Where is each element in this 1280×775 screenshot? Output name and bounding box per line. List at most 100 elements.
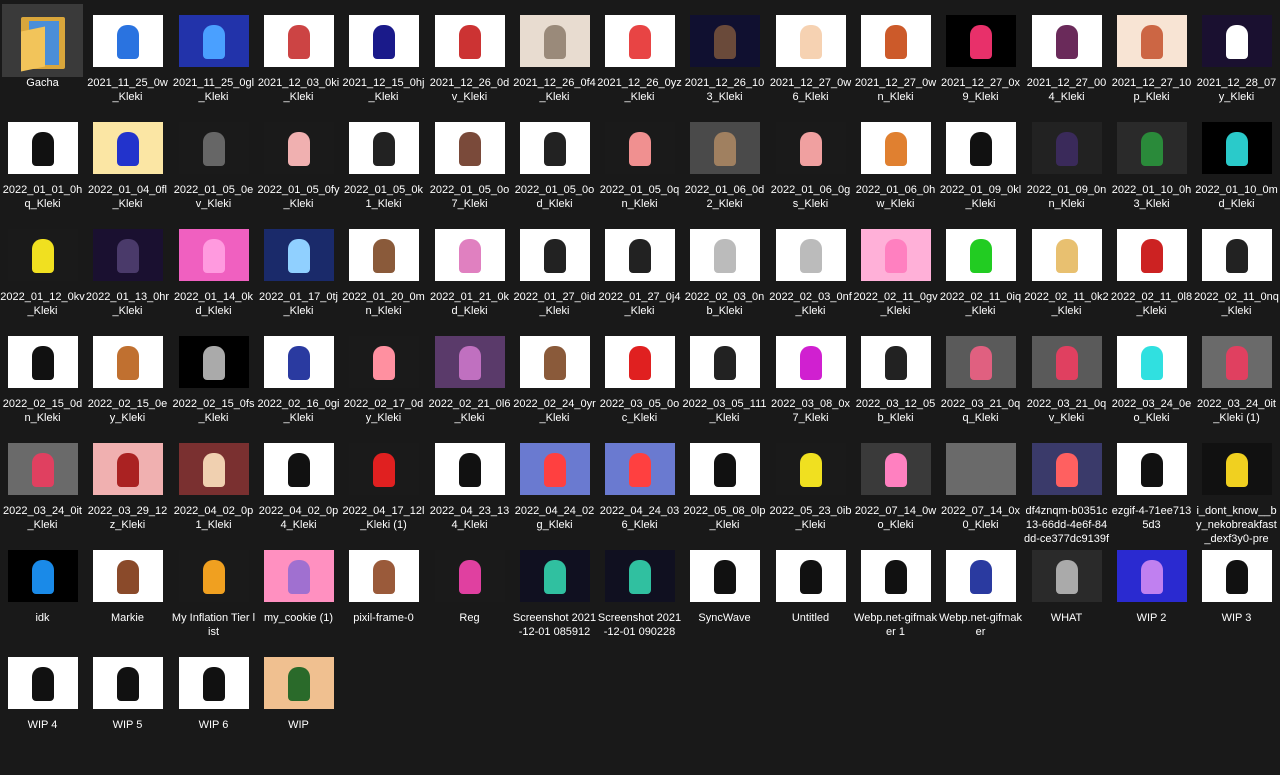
file-item[interactable]: WIP 4 bbox=[0, 642, 85, 747]
file-item[interactable]: 2022_01_05_0k1_Kleki bbox=[341, 107, 426, 212]
file-item[interactable]: 2021_12_27_0w6_Kleki bbox=[768, 0, 853, 105]
file-item[interactable]: df4znqm-b0351c13-66dd-4e6f-84dd-ce377dc9… bbox=[1024, 428, 1109, 545]
file-item[interactable]: 2022_01_27_0j4_Kleki bbox=[597, 214, 682, 319]
file-item[interactable]: 2022_05_08_0lp_Kleki bbox=[682, 428, 767, 533]
file-item[interactable]: pixil-frame-0 bbox=[341, 535, 426, 640]
file-item[interactable]: 2022_03_21_0qq_Kleki bbox=[938, 321, 1023, 426]
file-item[interactable]: 2022_04_24_036_Kleki bbox=[597, 428, 682, 533]
file-item[interactable]: 2021_12_26_0f4_Kleki bbox=[512, 0, 597, 105]
file-item[interactable]: 2022_01_04_0fl_Kleki bbox=[85, 107, 170, 212]
file-item[interactable]: 2022_01_12_0kv_Kleki bbox=[0, 214, 85, 319]
file-item[interactable]: Screenshot 2021-12-01 090228 bbox=[597, 535, 682, 640]
file-item[interactable]: Untitled bbox=[768, 535, 853, 640]
file-item[interactable]: 2022_01_05_0fy_Kleki bbox=[256, 107, 341, 212]
file-item[interactable]: 2022_01_05_0od_Kleki bbox=[512, 107, 597, 212]
file-item[interactable]: 2021_12_27_004_Kleki bbox=[1024, 0, 1109, 105]
file-item[interactable]: idk bbox=[0, 535, 85, 640]
file-item[interactable]: 2022_02_17_0dy_Kleki bbox=[341, 321, 426, 426]
file-item[interactable]: 2022_02_11_0k2_Kleki bbox=[1024, 214, 1109, 319]
file-item[interactable]: 2022_02_03_0nf_Kleki bbox=[768, 214, 853, 319]
thumbnail-frame bbox=[1026, 432, 1107, 505]
file-item[interactable]: 2021_11_25_0gl_Kleki bbox=[171, 0, 256, 105]
file-item[interactable]: 2022_02_03_0nb_Kleki bbox=[682, 214, 767, 319]
file-item[interactable]: 2022_03_21_0qv_Kleki bbox=[1024, 321, 1109, 426]
file-item[interactable]: 2022_03_05_111_Kleki bbox=[682, 321, 767, 426]
file-item[interactable]: WHAT bbox=[1024, 535, 1109, 640]
file-item[interactable]: 2022_02_11_0l8_Kleki bbox=[1109, 214, 1194, 319]
file-item[interactable]: 2022_01_20_0mn_Kleki bbox=[341, 214, 426, 319]
file-item[interactable]: 2022_01_10_0h3_Kleki bbox=[1109, 107, 1194, 212]
file-item[interactable]: 2022_04_24_02g_Kleki bbox=[512, 428, 597, 533]
file-item[interactable]: 2022_03_24_0it_Kleki (1) bbox=[1194, 321, 1279, 426]
file-item[interactable]: 2022_02_16_0gi_Kleki bbox=[256, 321, 341, 426]
file-item[interactable]: 2022_03_08_0x7_Kleki bbox=[768, 321, 853, 426]
file-item[interactable]: 2022_01_27_0id_Kleki bbox=[512, 214, 597, 319]
file-item[interactable]: ezgif-4-71ee7135d3 bbox=[1109, 428, 1194, 533]
file-item[interactable]: 2022_03_05_0oc_Kleki bbox=[597, 321, 682, 426]
file-item[interactable]: 2022_07_14_0x0_Kleki bbox=[938, 428, 1023, 533]
file-item[interactable]: 2022_04_02_0p1_Kleki bbox=[171, 428, 256, 533]
file-item[interactable]: 2022_01_05_0ev_Kleki bbox=[171, 107, 256, 212]
file-item[interactable]: 2022_01_13_0hr_Kleki bbox=[85, 214, 170, 319]
file-item[interactable]: 2022_02_21_0l6_Kleki bbox=[427, 321, 512, 426]
file-item[interactable]: 2022_02_24_0yr_Kleki bbox=[512, 321, 597, 426]
file-item[interactable]: 2022_02_15_0fs_Kleki bbox=[171, 321, 256, 426]
file-item[interactable]: WIP 2 bbox=[1109, 535, 1194, 640]
file-item[interactable]: 2022_01_06_0gs_Kleki bbox=[768, 107, 853, 212]
file-item[interactable]: 2021_12_26_103_Kleki bbox=[682, 0, 767, 105]
file-item[interactable]: 2022_02_15_0ey_Kleki bbox=[85, 321, 170, 426]
file-item[interactable]: 2022_01_14_0kd_Kleki bbox=[171, 214, 256, 319]
file-item[interactable]: 2021_12_27_0wn_Kleki bbox=[853, 0, 938, 105]
file-item[interactable]: my_cookie (1) bbox=[256, 535, 341, 640]
image-thumbnail bbox=[263, 121, 334, 174]
file-item[interactable]: 2022_02_11_0nq_Kleki bbox=[1194, 214, 1279, 319]
folder-item[interactable]: Gacha bbox=[0, 0, 85, 105]
file-item[interactable]: 2021_11_25_0w_Kleki bbox=[85, 0, 170, 105]
file-item[interactable]: Markie bbox=[85, 535, 170, 640]
file-item[interactable]: 2022_01_10_0md_Kleki bbox=[1194, 107, 1279, 212]
file-item[interactable]: WIP 5 bbox=[85, 642, 170, 747]
file-item[interactable]: 2021_12_28_07y_Kleki bbox=[1194, 0, 1279, 105]
file-item[interactable]: 2022_02_11_0gv_Kleki bbox=[853, 214, 938, 319]
file-item[interactable]: 2021_12_27_10p_Kleki bbox=[1109, 0, 1194, 105]
file-item[interactable]: 2021_12_27_0x9_Kleki bbox=[938, 0, 1023, 105]
file-item[interactable]: i_dont_know__by_nekobreakfast_dexf3y0-pr… bbox=[1194, 428, 1279, 545]
thumbnail-frame bbox=[514, 432, 595, 505]
file-item[interactable]: WIP 6 bbox=[171, 642, 256, 747]
file-item[interactable]: 2021_12_15_0hj_Kleki bbox=[341, 0, 426, 105]
file-item[interactable]: Webp.net-gifmaker 1 bbox=[853, 535, 938, 640]
file-item[interactable]: 2022_03_29_12z_Kleki bbox=[85, 428, 170, 533]
file-item[interactable]: 2022_04_17_12l_Kleki (1) bbox=[341, 428, 426, 533]
file-item[interactable]: 2022_03_24_0it_Kleki bbox=[0, 428, 85, 533]
file-item[interactable]: Reg bbox=[427, 535, 512, 640]
file-item[interactable]: 2022_01_09_0kl_Kleki bbox=[938, 107, 1023, 212]
file-item[interactable]: 2022_04_02_0p4_Kleki bbox=[256, 428, 341, 533]
file-item[interactable]: 2022_04_23_134_Kleki bbox=[427, 428, 512, 533]
file-item[interactable]: My Inflation Tier list bbox=[171, 535, 256, 640]
file-item[interactable]: SyncWave bbox=[682, 535, 767, 640]
file-item[interactable]: 2022_01_09_0nn_Kleki bbox=[1024, 107, 1109, 212]
file-item[interactable]: 2021_12_26_0yz_Kleki bbox=[597, 0, 682, 105]
file-item[interactable]: 2022_01_01_0hq_Kleki bbox=[0, 107, 85, 212]
file-item[interactable]: 2022_01_21_0kd_Kleki bbox=[427, 214, 512, 319]
file-item[interactable]: 2022_01_05_0o7_Kleki bbox=[427, 107, 512, 212]
file-item[interactable]: 2022_05_23_0ib_Kleki bbox=[768, 428, 853, 533]
file-item[interactable]: Screenshot 2021-12-01 085912 bbox=[512, 535, 597, 640]
file-item[interactable]: 2022_02_11_0iq_Kleki bbox=[938, 214, 1023, 319]
file-item[interactable]: 2022_01_06_0hw_Kleki bbox=[853, 107, 938, 212]
file-item[interactable]: 2022_01_06_0d2_Kleki bbox=[682, 107, 767, 212]
file-item[interactable]: 2022_02_15_0dn_Kleki bbox=[0, 321, 85, 426]
file-item[interactable]: WIP bbox=[256, 642, 341, 747]
file-item[interactable]: 2022_07_14_0wo_Kleki bbox=[853, 428, 938, 533]
file-item[interactable]: 2022_03_12_05b_Kleki bbox=[853, 321, 938, 426]
file-item[interactable]: 2021_12_26_0dv_Kleki bbox=[427, 0, 512, 105]
thumbnail-frame bbox=[940, 218, 1021, 291]
thumbnail-figure bbox=[543, 131, 566, 166]
file-item[interactable]: Webp.net-gifmaker bbox=[938, 535, 1023, 640]
file-item[interactable]: 2022_01_05_0qn_Kleki bbox=[597, 107, 682, 212]
thumbnail-frame bbox=[514, 218, 595, 291]
file-item[interactable]: 2022_01_17_0tj_Kleki bbox=[256, 214, 341, 319]
file-item[interactable]: 2022_03_24_0eo_Kleki bbox=[1109, 321, 1194, 426]
file-item[interactable]: 2021_12_03_0ki_Kleki bbox=[256, 0, 341, 105]
file-item[interactable]: WIP 3 bbox=[1194, 535, 1279, 640]
